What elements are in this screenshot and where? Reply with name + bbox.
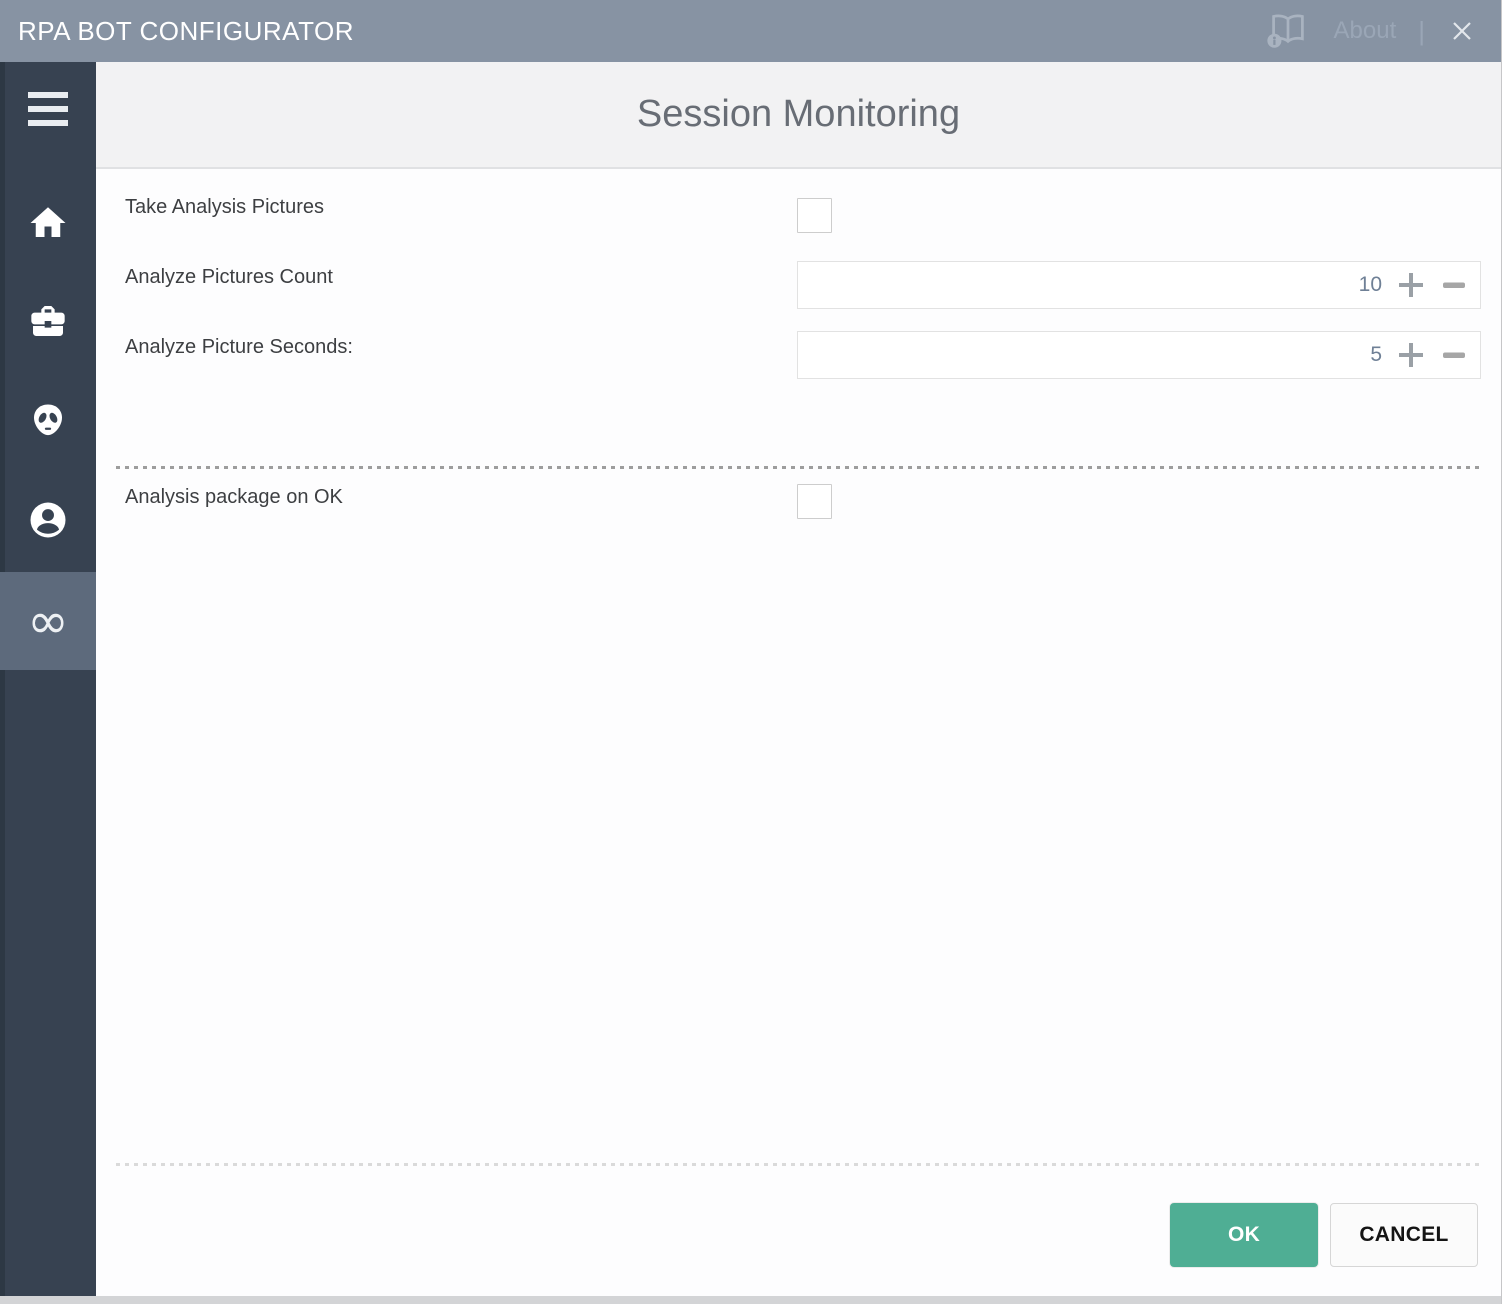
page-header: Session Monitoring [96, 62, 1501, 169]
analyze-picture-seconds-value: 5 [1370, 343, 1382, 367]
decrement-icon[interactable] [1440, 270, 1468, 300]
titlebar-separator: | [1418, 16, 1425, 47]
sidebar: ∞ [0, 62, 96, 1296]
page-title: Session Monitoring [637, 93, 960, 136]
sidebar-item-jobs[interactable] [0, 274, 96, 372]
increment-icon[interactable] [1396, 270, 1426, 300]
analyze-pictures-count-field[interactable]: 10 [797, 261, 1481, 309]
take-analysis-pictures-label: Take Analysis Pictures [125, 196, 324, 219]
decrement-icon[interactable] [1440, 340, 1468, 370]
ok-button[interactable]: OK [1170, 1203, 1318, 1267]
sidebar-item-home[interactable] [0, 176, 96, 274]
help-book-icon[interactable] [1264, 11, 1312, 51]
dotted-divider-bottom [116, 1163, 1481, 1166]
take-analysis-pictures-checkbox[interactable] [797, 198, 832, 233]
titlebar-controls: About | [1264, 0, 1477, 62]
app-title: RPA BOT CONFIGURATOR [18, 16, 354, 47]
cancel-button[interactable]: CANCEL [1330, 1203, 1478, 1267]
increment-icon[interactable] [1396, 340, 1426, 370]
analyze-pictures-count-label: Analyze Pictures Count [125, 266, 333, 289]
titlebar: RPA BOT CONFIGURATOR About | [0, 0, 1501, 62]
window-bottom-edge [0, 1296, 1501, 1304]
analyze-picture-seconds-field[interactable]: 5 [797, 331, 1481, 379]
infinity-icon: ∞ [27, 596, 69, 646]
analyze-pictures-count-value: 10 [1359, 273, 1382, 297]
person-icon [27, 499, 69, 546]
home-icon [27, 202, 69, 249]
briefcase-icon [28, 301, 68, 346]
sidebar-item-account[interactable] [0, 473, 96, 571]
analysis-package-on-ok-checkbox[interactable] [797, 484, 832, 519]
dotted-divider [116, 466, 1481, 469]
alien-icon [27, 401, 69, 448]
analysis-package-on-ok-label: Analysis package on OK [125, 486, 343, 509]
sidebar-item-session-monitoring[interactable]: ∞ [0, 572, 96, 670]
hamburger-icon[interactable] [0, 92, 96, 128]
form-content: Take Analysis Pictures Analyze Pictures … [96, 171, 1501, 1296]
app-window: RPA BOT CONFIGURATOR About | [0, 0, 1502, 1304]
sidebar-item-bots[interactable] [0, 375, 96, 473]
close-icon[interactable] [1447, 16, 1477, 46]
analyze-picture-seconds-label: Analyze Picture Seconds: [125, 336, 353, 359]
about-button[interactable]: About [1334, 17, 1397, 45]
